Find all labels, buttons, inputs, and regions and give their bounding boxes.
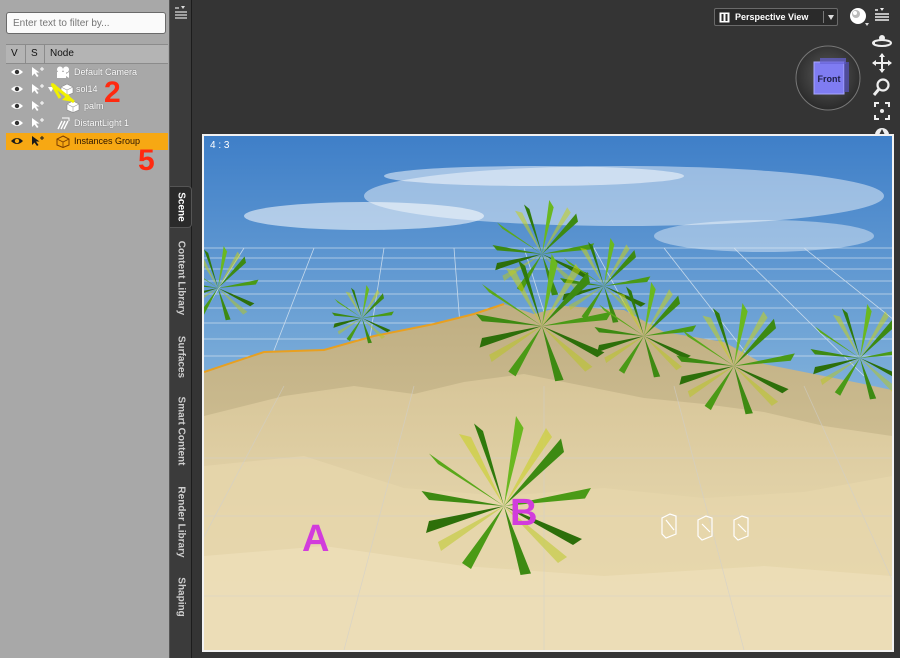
tab-render-library[interactable]: Render Library bbox=[170, 478, 192, 566]
tree-row-palm[interactable]: palm bbox=[6, 98, 168, 115]
cursor-icon[interactable] bbox=[31, 66, 45, 78]
visibility-column-header[interactable]: V bbox=[11, 48, 18, 59]
scene-label-b: B bbox=[510, 492, 538, 534]
eye-icon[interactable] bbox=[10, 136, 24, 146]
tree-row-sol14[interactable]: sol14 bbox=[6, 81, 168, 98]
tab-shaping[interactable]: Shaping bbox=[170, 570, 192, 624]
viewport-panes-icon bbox=[719, 12, 730, 23]
pan-move-icon[interactable] bbox=[870, 53, 894, 73]
distant-light-icon bbox=[57, 117, 70, 130]
tree-header: V S Node bbox=[6, 44, 168, 64]
tree-row-distant-light[interactable]: DistantLight 1 bbox=[6, 115, 168, 132]
frame-fit-icon[interactable] bbox=[870, 101, 894, 121]
viewport-options-icon[interactable] bbox=[870, 6, 894, 26]
eye-icon[interactable] bbox=[10, 67, 24, 77]
tab-scene[interactable]: Scene bbox=[170, 186, 192, 228]
tree-row-default-camera[interactable]: Default Camera bbox=[6, 64, 168, 81]
node-label: Instances Group bbox=[74, 136, 141, 146]
pane-options-icon[interactable] bbox=[173, 5, 189, 21]
annotation-number-2: 2 bbox=[104, 76, 121, 109]
zoom-icon[interactable] bbox=[870, 77, 894, 97]
node-column-header[interactable]: Node bbox=[50, 48, 74, 59]
node-label: DistantLight 1 bbox=[74, 118, 130, 128]
viewport-panel: Perspective View Front 4: 3 A B bbox=[192, 0, 900, 658]
group-icon bbox=[56, 135, 70, 148]
camera-view-label: Perspective View bbox=[735, 12, 809, 22]
camera-view-dropdown[interactable]: Perspective View bbox=[714, 8, 838, 26]
filter-input[interactable] bbox=[6, 12, 166, 34]
viewport-nav-toolbar bbox=[870, 6, 894, 146]
scene-label-a: A bbox=[302, 518, 330, 560]
chevron-down-icon bbox=[828, 15, 834, 20]
cursor-icon[interactable] bbox=[31, 117, 45, 129]
annotation-number-5: 5 bbox=[138, 144, 155, 177]
eye-icon[interactable] bbox=[10, 84, 24, 94]
view-cube-front-label: Front bbox=[818, 74, 841, 84]
scene-panel: V S Node Default Camera sol14 palm Dista… bbox=[0, 0, 170, 658]
pane-tab-strip: Scene Content Library Surfaces Smart Con… bbox=[170, 0, 192, 658]
scene-render bbox=[204, 136, 892, 650]
draw-style-icon[interactable] bbox=[848, 6, 870, 28]
selectability-column-header[interactable]: S bbox=[31, 48, 38, 59]
cursor-icon[interactable] bbox=[31, 135, 45, 147]
eye-icon[interactable] bbox=[10, 101, 24, 111]
camera-icon bbox=[57, 66, 69, 78]
cursor-icon[interactable] bbox=[31, 100, 45, 112]
render-canvas[interactable]: 4 : 3 A B bbox=[202, 134, 894, 652]
cursor-icon[interactable] bbox=[31, 83, 45, 95]
view-cube[interactable]: Front bbox=[794, 44, 862, 112]
tab-surfaces[interactable]: Surfaces bbox=[170, 328, 192, 386]
eye-icon[interactable] bbox=[10, 118, 24, 128]
tab-smart-content[interactable]: Smart Content bbox=[170, 390, 192, 472]
annotation-arrow-icon bbox=[50, 82, 75, 104]
aspect-ratio-label: 4 : 3 bbox=[210, 140, 230, 151]
orbit-icon[interactable] bbox=[870, 31, 894, 51]
node-label: palm bbox=[84, 101, 104, 111]
tab-content-library[interactable]: Content Library bbox=[170, 232, 192, 324]
